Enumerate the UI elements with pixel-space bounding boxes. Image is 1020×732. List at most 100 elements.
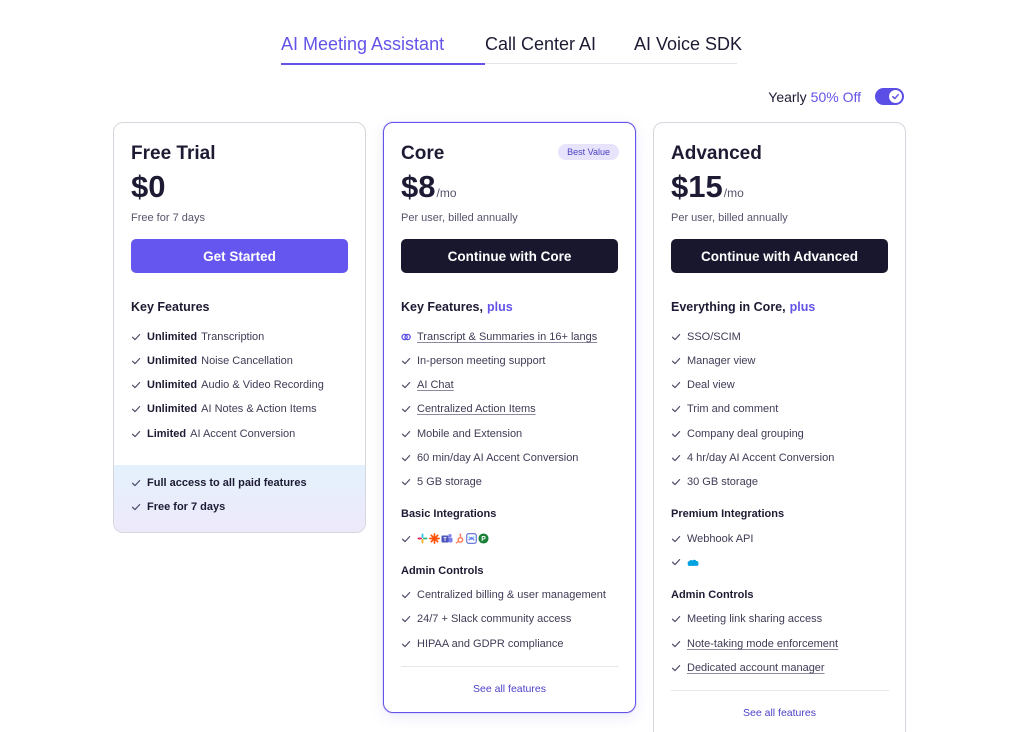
plan-card-core: Core Best Value $8 /mo Per user, billed … — [383, 122, 636, 713]
check-icon — [131, 404, 141, 414]
plan-name: Free Trial — [131, 143, 216, 164]
check-icon — [671, 557, 681, 567]
plan-card-advanced: Advanced $15 /mo Per user, billed annual… — [653, 122, 906, 732]
check-icon — [401, 404, 411, 414]
integrations-title: Basic Integrations — [401, 508, 497, 520]
price-amount: $0 — [131, 169, 166, 204]
best-value-badge: Best Value — [558, 144, 619, 160]
feature-item: 30 GB storage — [671, 476, 758, 488]
check-icon — [671, 453, 681, 463]
check-icon — [671, 477, 681, 487]
continue-with-core-button[interactable]: Continue with Core — [401, 239, 618, 273]
check-icon — [401, 614, 411, 624]
check-icon — [131, 478, 141, 488]
zapier-icon — [429, 533, 440, 544]
tab-ai-voice-sdk[interactable]: AI Voice SDK — [634, 34, 742, 64]
plan-price: $15 /mo — [671, 169, 744, 205]
billing-period: Yearly 50% Off — [768, 88, 904, 105]
feature-item: Mobile and Extension — [401, 428, 522, 440]
check-icon — [131, 332, 141, 342]
feature-item: Meeting link sharing access — [671, 613, 822, 625]
check-icon — [671, 614, 681, 624]
feature-item: 4 hr/day AI Accent Conversion — [671, 452, 834, 464]
feature-item[interactable]: Dedicated account manager — [671, 662, 825, 674]
feature-item: HIPAA and GDPR compliance — [401, 638, 564, 650]
divider — [671, 690, 889, 691]
plan-price: $0 — [131, 169, 165, 205]
feature-item: Trim and comment — [671, 403, 778, 415]
slack-icon — [417, 533, 428, 544]
get-started-button[interactable]: Get Started — [131, 239, 348, 273]
feature-item: Webhook API — [671, 533, 753, 545]
salesforce-icon — [687, 559, 699, 566]
check-icon — [131, 356, 141, 366]
check-icon — [131, 380, 141, 390]
divider — [401, 666, 619, 667]
check-icon — [671, 534, 681, 544]
yearly-toggle[interactable] — [875, 88, 904, 105]
check-icon — [401, 590, 411, 600]
section-title: Key Features — [131, 300, 210, 314]
feature-item[interactable]: AI Chat — [401, 379, 454, 391]
section-title: Everything in Core, plus — [671, 300, 816, 314]
feature-item: Company deal grouping — [671, 428, 804, 440]
toggle-knob — [889, 90, 902, 103]
continue-with-advanced-button[interactable]: Continue with Advanced — [671, 239, 888, 273]
tab-ai-meeting-assistant[interactable]: AI Meeting Assistant — [281, 34, 485, 65]
feature-item: Manager view — [671, 355, 755, 367]
product-tabs: AI Meeting Assistant Call Center AI AI V… — [281, 34, 742, 65]
feature-item: Full access to all paid features — [131, 477, 311, 489]
check-icon — [671, 404, 681, 414]
price-note: Per user, billed annually — [671, 212, 788, 224]
feature-item: In-person meeting support — [401, 355, 545, 367]
price-amount: $15 — [671, 169, 723, 204]
feature-item[interactable]: Centralized Action Items — [401, 403, 536, 415]
check-icon — [671, 429, 681, 439]
feature-item: Free for 7 days — [131, 501, 229, 513]
tab-call-center-ai[interactable]: Call Center AI — [485, 34, 634, 64]
feature-item[interactable]: Note-taking mode enforcement — [671, 638, 838, 650]
plan-name: Advanced — [671, 143, 762, 164]
integration-icons: T P — [417, 533, 489, 544]
check-icon — [131, 429, 141, 439]
check-icon — [401, 356, 411, 366]
clickup-icon — [466, 533, 477, 544]
feature-item: Centralized billing & user management — [401, 589, 606, 601]
check-icon — [892, 93, 899, 100]
svg-text:P: P — [481, 536, 486, 543]
check-icon — [401, 534, 411, 544]
price-note: Free for 7 days — [131, 212, 205, 224]
see-all-features-link[interactable]: See all features — [654, 707, 905, 719]
see-all-features-link[interactable]: See all features — [384, 683, 635, 695]
check-icon — [401, 429, 411, 439]
integrations-row: T P — [401, 533, 489, 544]
check-icon — [401, 453, 411, 463]
feature-item: Limited AI Accent Conversion — [131, 428, 295, 440]
plan-name: Core — [401, 143, 445, 164]
check-icon — [131, 502, 141, 512]
check-icon — [671, 332, 681, 342]
check-icon — [671, 380, 681, 390]
translate-icon — [401, 333, 411, 341]
plan-card-free-trial: Free Trial $0 Free for 7 days Get Starte… — [113, 122, 366, 533]
feature-item: SSO/SCIM — [671, 331, 741, 343]
billing-label: Yearly — [768, 88, 807, 105]
section-title: Key Features, plus — [401, 300, 513, 314]
feature-item: Unlimited Transcription — [131, 331, 264, 343]
feature-item[interactable]: Transcript & Summaries in 16+ langs — [401, 331, 597, 343]
integrations-row — [671, 557, 699, 567]
hubspot-icon — [455, 533, 464, 544]
pipedrive-icon: P — [478, 533, 489, 544]
admin-title: Admin Controls — [401, 565, 484, 577]
check-icon — [671, 356, 681, 366]
integrations-title: Premium Integrations — [671, 508, 785, 520]
feature-item: Unlimited AI Notes & Action Items — [131, 403, 317, 415]
feature-item: 5 GB storage — [401, 476, 482, 488]
teams-icon: T — [441, 534, 453, 543]
admin-title: Admin Controls — [671, 589, 754, 601]
check-icon — [671, 663, 681, 673]
check-icon — [401, 380, 411, 390]
check-icon — [401, 639, 411, 649]
feature-item: 24/7 + Slack community access — [401, 613, 571, 625]
plan-price: $8 /mo — [401, 169, 457, 205]
